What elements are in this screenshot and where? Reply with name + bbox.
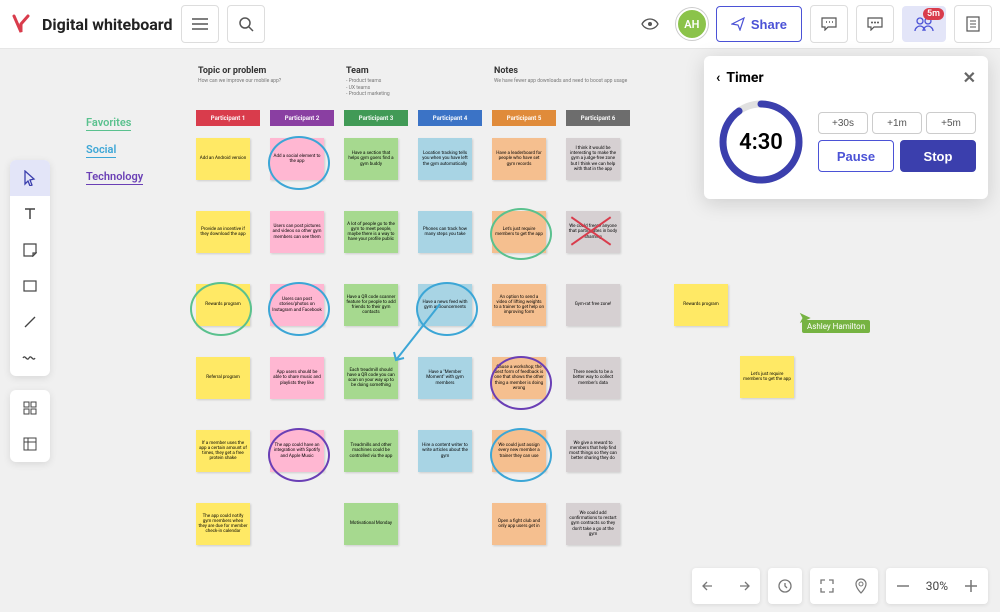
timer-panel: ‹ Timer ✕ 4:30 +30s +1m +5m Pause Stop: [704, 56, 988, 199]
timer-dial: 4:30: [716, 97, 806, 187]
timer-title: Timer: [726, 70, 763, 86]
legend: Favorites Social Technology: [86, 116, 143, 197]
sticky-note[interactable]: A lot of people go to the gym to meet pe…: [344, 211, 398, 253]
redo-button[interactable]: [726, 568, 760, 604]
participant-tab: Participant 3: [344, 110, 408, 126]
sticky-note[interactable]: We could freeze anyone that participates…: [566, 211, 620, 253]
sticky-note[interactable]: We could add confirmations to restart gy…: [566, 503, 620, 545]
collab-badge: 5m: [923, 8, 944, 20]
participant-tab: Participant 5: [492, 110, 556, 126]
sticky-note[interactable]: Have a "Member Moment" with gym members: [418, 357, 472, 399]
collaborators-button[interactable]: 5m: [902, 6, 946, 42]
participant-tab: Participant 6: [566, 110, 630, 126]
chat-button[interactable]: [856, 5, 894, 43]
comments-button[interactable]: [810, 5, 848, 43]
app-logo: [8, 11, 34, 37]
sticky-note[interactable]: Users can post stories/photos on Instagr…: [270, 284, 324, 326]
timer-value: 4:30: [716, 97, 806, 187]
topic-sub: How can we improve our mobile app?: [198, 78, 318, 85]
sticky-note[interactable]: Rewards program: [674, 284, 728, 326]
remote-cursor-label: Ashley Hamilton: [802, 320, 870, 333]
participant-tab: Participant 1: [196, 110, 260, 126]
sticky-note[interactable]: Phones can track how many steps you take: [418, 211, 472, 253]
fullscreen-button[interactable]: [810, 568, 844, 604]
history-button[interactable]: [768, 568, 802, 604]
sticky-tool[interactable]: [10, 232, 50, 268]
team-header: Team: [346, 66, 369, 76]
sticky-note[interactable]: The app could have an integration with S…: [270, 430, 324, 472]
location-button[interactable]: [844, 568, 878, 604]
menu-button[interactable]: [181, 5, 219, 43]
sticky-note[interactable]: An option to send a video of lifting wei…: [492, 284, 546, 326]
sticky-note[interactable]: Gym-rat free zone!: [566, 284, 620, 326]
grid-tool[interactable]: [10, 390, 50, 426]
sticky-note[interactable]: Each treadmill should have a QR code you…: [344, 357, 398, 399]
sticky-note[interactable]: Let's just require members to get the ap…: [740, 356, 794, 398]
sticky-note[interactable]: I think it would be interesting to make …: [566, 138, 620, 180]
select-tool[interactable]: [10, 160, 50, 196]
stop-button[interactable]: Stop: [900, 140, 976, 172]
team-sub: - Product teams - UX teams - Product mar…: [346, 78, 446, 98]
sticky-note[interactable]: Provide an incentive if they download th…: [196, 211, 250, 253]
sticky-note[interactable]: Cause a workshop; the best form of feedb…: [492, 357, 546, 399]
notes-sub: We have fewer app downloads and need to …: [494, 78, 654, 85]
sticky-note[interactable]: Location tracking tells you when you hav…: [418, 138, 472, 180]
notes-header: Notes: [494, 66, 518, 76]
pause-button[interactable]: Pause: [818, 140, 894, 172]
sticky-note[interactable]: Add an Android version: [196, 138, 250, 180]
topic-header: Topic or problem: [198, 66, 266, 76]
visibility-button[interactable]: [632, 6, 668, 42]
sticky-note[interactable]: Referral program: [196, 357, 250, 399]
sticky-note[interactable]: If a member uses the app a certain amoun…: [196, 430, 250, 472]
add-1m-button[interactable]: +1m: [872, 112, 922, 134]
sticky-note[interactable]: Let's just require members to get the ap…: [492, 211, 546, 253]
sticky-note[interactable]: App users should be able to share music …: [270, 357, 324, 399]
legend-technology: Technology: [86, 170, 143, 185]
sticky-note[interactable]: Motivational Monday: [344, 503, 398, 545]
toolbar-secondary: [10, 390, 50, 462]
sticky-note[interactable]: There needs to be a better way to collec…: [566, 357, 620, 399]
line-tool[interactable]: [10, 304, 50, 340]
sticky-note[interactable]: Open a fight club and only app users get…: [492, 503, 546, 545]
user-avatar[interactable]: AH: [676, 8, 708, 40]
sticky-note[interactable]: Rewards program: [196, 284, 250, 326]
close-icon[interactable]: ✕: [963, 68, 976, 87]
notes-button[interactable]: [954, 5, 992, 43]
add-5m-button[interactable]: +5m: [926, 112, 976, 134]
sticky-note[interactable]: We give a reward to members that help fi…: [566, 430, 620, 472]
timer-back-icon[interactable]: ‹: [716, 70, 720, 86]
sticky-note[interactable]: Have a leaderboard for people who have s…: [492, 138, 546, 180]
zoom-level: 30%: [920, 579, 954, 593]
template-tool[interactable]: [10, 426, 50, 462]
sticky-note[interactable]: Users can post pictures and videos so ot…: [270, 211, 324, 253]
sticky-note[interactable]: Have a section that helps gym goers find…: [344, 138, 398, 180]
zoom-out-button[interactable]: [886, 568, 920, 604]
shape-tool[interactable]: [10, 268, 50, 304]
text-tool[interactable]: [10, 196, 50, 232]
add-30s-button[interactable]: +30s: [818, 112, 868, 134]
participant-tab: Participant 4: [418, 110, 482, 126]
undo-button[interactable]: [692, 568, 726, 604]
sticky-note[interactable]: Hire a content writer to write articles …: [418, 430, 472, 472]
page-title: Digital whiteboard: [42, 15, 173, 34]
sticky-note[interactable]: The app could notify gym members when th…: [196, 503, 250, 545]
legend-favorites: Favorites: [86, 116, 131, 131]
sticky-note[interactable]: Add a social element to the app: [270, 138, 324, 180]
share-label: Share: [751, 17, 787, 32]
draw-tool[interactable]: [10, 340, 50, 376]
toolbar: [10, 160, 50, 376]
share-button[interactable]: Share: [716, 6, 802, 42]
zoom-in-button[interactable]: [954, 568, 988, 604]
sticky-note[interactable]: Have a news feed with gym announcements: [418, 284, 472, 326]
search-button[interactable]: [227, 5, 265, 43]
bottom-toolbar: 30%: [692, 568, 988, 604]
sticky-note[interactable]: Have a QR code scanner feature for peopl…: [344, 284, 398, 326]
participant-tab: Participant 2: [270, 110, 334, 126]
sticky-note[interactable]: We could just assign every new member a …: [492, 430, 546, 472]
legend-social: Social: [86, 143, 116, 158]
sticky-note[interactable]: Treadmills and other machines could be c…: [344, 430, 398, 472]
